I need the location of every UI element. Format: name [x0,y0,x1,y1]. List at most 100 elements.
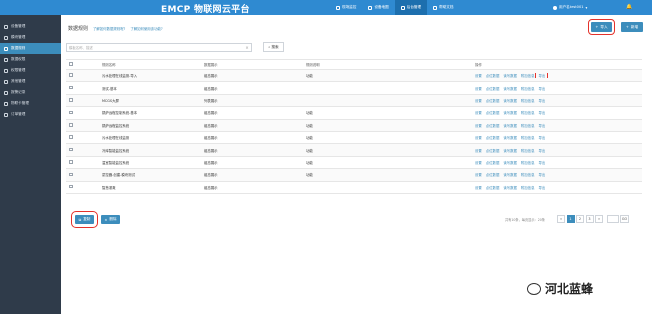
page-1[interactable]: 1 [566,215,575,223]
help-link-usage[interactable]: 了解如何使用该功能? [130,26,162,31]
op-info-link[interactable]: 附加信息 [521,148,535,153]
op-info-link[interactable]: 附加信息 [521,160,535,165]
op-points-link[interactable]: 点位数据 [486,123,500,128]
op-info-link[interactable]: 附加信息 [521,73,535,78]
new-button[interactable]: + 新增 [621,22,643,32]
topnav-item-map[interactable]: 设备地图 [362,0,394,15]
op-info-link[interactable]: 附加信息 [521,172,535,177]
user-menu[interactable]: 用户名test001 ▾ [553,0,587,15]
sidebar-item-modules[interactable]: 模块管理 [0,32,61,43]
copy-button[interactable]: ⧉ 复制 [71,211,98,228]
help-link-rules[interactable]: 了解如何数据规则呢? [93,26,125,31]
op-info-link[interactable]: 附加信息 [521,110,535,115]
op-settings-link[interactable]: 设置 [475,148,482,153]
op-export-link[interactable]: 导出 [538,123,545,128]
row-checkbox[interactable] [69,110,73,115]
search-button[interactable]: ⌕ 搜索 [263,42,284,52]
sidebar-item-permissions[interactable]: 权限管理 [0,65,61,76]
sidebar-item-alarms[interactable]: 报警记录 [0,87,61,98]
op-settings-link[interactable]: 设置 [475,73,482,78]
op-export-link[interactable]: 导出 [538,86,545,91]
op-points-link[interactable]: 点位数据 [486,185,500,190]
row-checkbox[interactable] [69,73,73,77]
go-button[interactable]: GO [620,215,629,223]
op-settings-link[interactable]: 设置 [475,98,482,103]
sidebar-item-other[interactable]: 其他管理 [0,76,61,87]
op-points-link[interactable]: 点位数据 [486,98,500,103]
topnav-item-label: 设备地图 [374,5,389,9]
page-2[interactable]: 2 [576,215,584,223]
topnav-item-docs[interactable]: 帮助文档 [427,0,459,15]
op-points-link[interactable]: 点位数据 [486,172,500,177]
op-points-link[interactable]: 点位数据 [486,86,500,91]
row-checkbox-cell [66,98,102,103]
import-button[interactable]: + 导入 [588,19,615,35]
op-export-link[interactable]: 导出 [538,110,545,115]
op-readwrite-link[interactable]: 读写数据 [503,86,517,91]
op-readwrite-link[interactable]: 读写数据 [503,185,517,190]
delete-button[interactable]: × 删除 [101,215,120,224]
close-icon[interactable]: × [244,44,250,51]
row-checkbox[interactable] [69,172,73,177]
row-checkbox[interactable] [69,85,73,90]
sidebar-item-orders[interactable]: 订单管理 [0,109,61,120]
sidebar-item-sim-cards[interactable]: 物联卡管理 [0,98,61,109]
sidebar-item-data-permissions[interactable]: 数据权限 [0,54,61,65]
op-info-link[interactable]: 附加信息 [521,185,535,190]
op-export-link[interactable]: 导出 [538,135,545,140]
op-points-link[interactable]: 点位数据 [486,110,500,115]
op-export-link[interactable]: 导出 [535,73,549,79]
bell-icon[interactable]: 🔔 [626,4,632,10]
op-settings-link[interactable]: 设置 [475,185,482,190]
op-points-link[interactable]: 点位数据 [486,73,500,78]
op-points-link[interactable]: 点位数据 [486,160,500,165]
page-prev[interactable]: « [557,215,565,223]
sidebar-item-devices[interactable]: 设备管理 [0,21,61,32]
header-type: 数据展示 [204,63,218,67]
op-readwrite-link[interactable]: 读写数据 [503,160,517,165]
page-number-input[interactable] [606,215,619,223]
op-points-link[interactable]: 点位数据 [486,135,500,140]
row-checkbox[interactable] [69,160,73,164]
op-readwrite-link[interactable]: 读写数据 [503,172,517,177]
op-settings-link[interactable]: 设置 [475,135,482,140]
op-settings-link[interactable]: 设置 [475,172,482,177]
page-title: 数据规则 [68,26,89,32]
row-checkbox[interactable] [69,135,73,139]
brand-logo[interactable]: EMCP 物联网云平台 [161,2,250,15]
op-points-link[interactable]: 点位数据 [486,148,500,153]
op-readwrite-link[interactable]: 读写数据 [503,98,517,103]
topnav-item-monitor[interactable]: 现场监控 [330,0,362,15]
op-export-link[interactable]: 导出 [538,160,545,165]
op-readwrite-link[interactable]: 读写数据 [503,110,517,115]
sidebar-item-data-rules[interactable]: 数据规则 [0,43,61,54]
op-info-link[interactable]: 附加信息 [521,86,535,91]
op-settings-link[interactable]: 设置 [475,160,482,165]
table-row: MCGS大屏 列表展示 设置 点位数据 读写数据 附加信息 导出 [66,94,642,108]
op-readwrite-link[interactable]: 读写数据 [503,148,517,153]
select-all-checkbox[interactable] [69,62,73,66]
op-info-link[interactable]: 附加信息 [521,135,535,140]
op-info-link[interactable]: 附加信息 [521,123,535,128]
row-type: 组态展示 [204,74,218,79]
row-checkbox[interactable] [69,184,73,189]
row-checkbox[interactable] [69,123,73,127]
op-info-link[interactable]: 附加信息 [521,98,535,103]
op-export-link[interactable]: 导出 [538,185,545,190]
op-settings-link[interactable]: 设置 [475,86,482,91]
op-settings-link[interactable]: 设置 [475,110,482,115]
row-ops: 设置 点位数据 读写数据 附加信息 导出 [475,123,642,128]
op-settings-link[interactable]: 设置 [475,123,482,128]
page-next[interactable]: » [595,215,603,223]
op-export-link[interactable]: 导出 [538,172,545,177]
op-readwrite-link[interactable]: 读写数据 [503,123,517,128]
row-checkbox[interactable] [69,147,73,152]
row-checkbox[interactable] [69,98,73,102]
topnav-item-admin[interactable]: 后台管理 [394,0,428,15]
op-readwrite-link[interactable]: 读写数据 [503,135,517,140]
op-readwrite-link[interactable]: 读写数据 [503,73,517,78]
page-3[interactable]: 3 [585,215,594,223]
op-export-link[interactable]: 导出 [538,98,545,103]
search-input[interactable]: 模板名称、描述 [66,43,252,52]
op-export-link[interactable]: 导出 [538,148,545,153]
